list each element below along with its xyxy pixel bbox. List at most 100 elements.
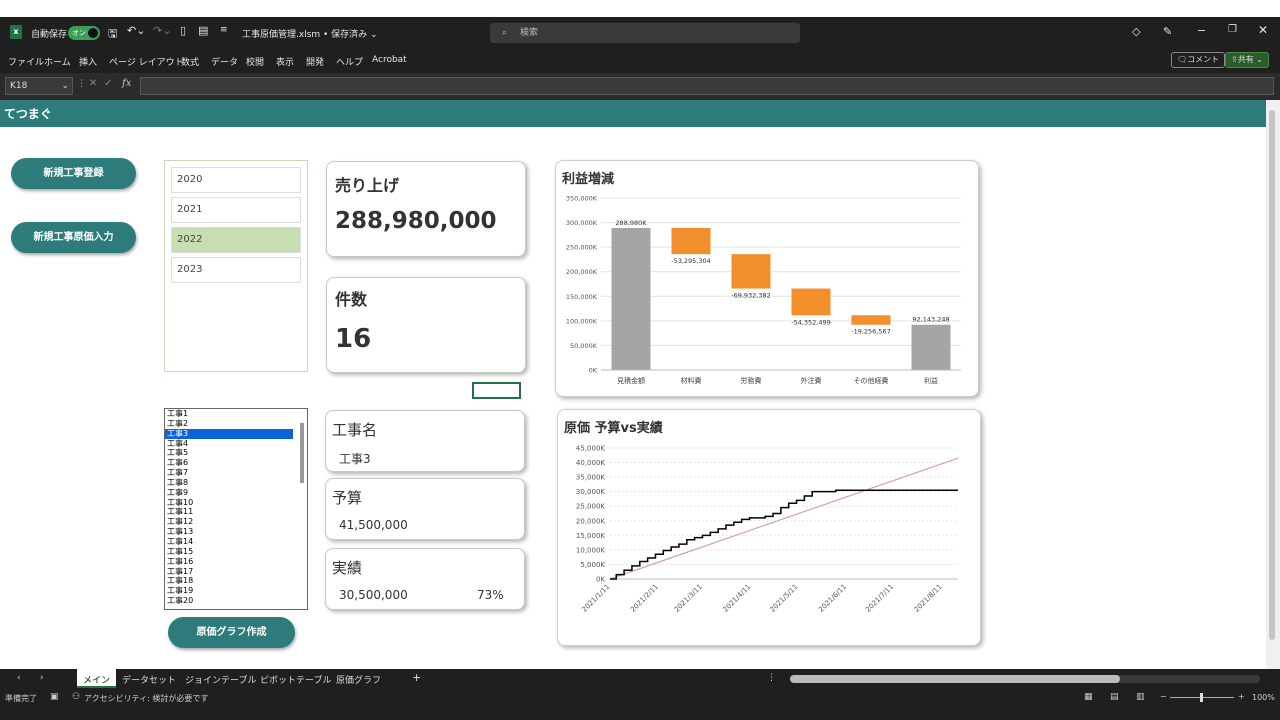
name-box[interactable]: K18 ⌄ (5, 77, 73, 95)
undo-icon[interactable]: ↶⌄ (127, 24, 145, 37)
list-item[interactable]: 工事20 (165, 596, 293, 606)
list-item[interactable]: 工事16 (165, 557, 293, 567)
list-item[interactable]: 工事6 (165, 458, 293, 468)
tab-main[interactable]: メイン (77, 669, 117, 688)
tab-pivot-table[interactable]: ピボットテーブル (260, 673, 331, 686)
zoom-level[interactable]: 100% (1252, 693, 1275, 702)
list-item[interactable]: 工事10 (165, 498, 293, 508)
add-sheet-icon[interactable]: + (412, 671, 421, 684)
redo-icon[interactable]: ↷⌄ (153, 24, 171, 37)
page-layout-icon[interactable]: ▤ (1110, 692, 1119, 702)
list-item[interactable]: 工事9 (165, 488, 293, 498)
accessibility-icon[interactable]: ⚇ (72, 692, 80, 702)
zoom-out-icon[interactable]: − (1160, 692, 1167, 701)
tab-prev-icon[interactable]: ‹ (17, 673, 21, 683)
list-item[interactable]: 工事11 (165, 507, 293, 517)
list-item[interactable]: 工事5 (165, 448, 293, 458)
menu-help[interactable]: ヘルプ (336, 55, 363, 68)
list-item[interactable]: 工事13 (165, 527, 293, 537)
new-file-icon[interactable]: ▯ (180, 24, 186, 37)
y-tick-label: 350,000K (566, 195, 598, 203)
zoom-slider-thumb[interactable] (1200, 693, 1203, 702)
minimize-icon[interactable]: − (1197, 24, 1206, 37)
menu-formulas[interactable]: 数式 (181, 55, 199, 68)
save-icon[interactable]: 🖫 (108, 25, 117, 44)
status-accessibility[interactable]: アクセシビリティ: 検討が必要です (84, 693, 208, 704)
diamond-icon[interactable]: ◇ (1132, 25, 1140, 38)
function-icon[interactable]: fx (122, 78, 131, 89)
menu-view[interactable]: 表示 (276, 55, 294, 68)
pen-icon[interactable]: ✎ (1163, 25, 1172, 38)
excel-window: { "titlebar": { "autosave_label": "自動保存"… (0, 0, 1280, 720)
selected-cell[interactable] (472, 382, 521, 399)
year-item-2021[interactable]: 2021 (171, 197, 301, 223)
project-listbox[interactable]: 工事1 工事2 工事3 工事4 工事5 工事6 工事7 工事8 工事9 工事10 工事11 工事12 工… (164, 408, 308, 610)
y-tick-label: 100,000K (566, 317, 598, 325)
year-item-2022[interactable]: 2022 (171, 227, 301, 253)
tab-join-table[interactable]: ジョインテーブル (185, 673, 256, 686)
vertical-scroll-thumb[interactable] (1269, 110, 1275, 640)
year-item-2023[interactable]: 2023 (171, 257, 301, 283)
list-item[interactable]: 工事2 (165, 419, 293, 429)
cancel-icon[interactable]: ✕ (89, 78, 97, 89)
list-item[interactable]: 工事14 (165, 537, 293, 547)
list-item[interactable]: 工事4 (165, 439, 293, 449)
macro-icon[interactable]: ▣ (50, 692, 59, 702)
bar (851, 315, 891, 325)
cost-graph-button[interactable]: 原価グラフ作成 (168, 617, 295, 648)
customize-qat-icon[interactable]: ≡ (220, 25, 228, 35)
list-item[interactable]: 工事19 (165, 586, 293, 596)
y-tick-label: 150,000K (566, 293, 598, 301)
profit-waterfall-chart[interactable]: 利益増減 0K 50,000K 100,000K 150,000K 200,000K 25… (555, 160, 979, 397)
menu-developer[interactable]: 開発 (306, 55, 324, 68)
list-item[interactable]: 工事3 (165, 428, 293, 439)
vertical-scrollbar[interactable] (1266, 100, 1280, 669)
page-break-icon[interactable]: ▥ (1136, 692, 1145, 702)
normal-view-icon[interactable]: ▦ (1084, 692, 1093, 702)
list-item[interactable]: 工事17 (165, 567, 293, 577)
enter-icon[interactable]: ✓ (104, 78, 112, 89)
menu-file[interactable]: ファイル (8, 55, 44, 68)
search-input[interactable]: ⌕ 検索 (490, 23, 800, 43)
list-item[interactable]: 工事15 (165, 547, 293, 557)
tab-cost-graph[interactable]: 原価グラフ (336, 673, 381, 686)
list-item[interactable]: 工事18 (165, 576, 293, 586)
bar (791, 288, 831, 316)
menu-acrobat[interactable]: Acrobat (372, 55, 407, 65)
project-name-value: 工事3 (339, 452, 371, 466)
form-icon[interactable]: ▤ (198, 24, 208, 37)
list-scrollbar[interactable] (300, 411, 305, 607)
list-item[interactable]: 工事7 (165, 468, 293, 478)
zoom-in-icon[interactable]: + (1238, 692, 1245, 701)
formula-input[interactable] (140, 77, 1274, 95)
comment-button[interactable]: 🗨コメント (1171, 52, 1226, 68)
close-icon[interactable]: ✕ (1258, 23, 1268, 37)
menu-insert[interactable]: 挿入 (79, 55, 97, 68)
y-tick-label: 10,000K (576, 546, 605, 554)
new-cost-button[interactable]: 新規工事原価入力 (11, 222, 136, 253)
file-name[interactable]: 工事原価管理.xlsm • 保存済み ⌄ (242, 27, 378, 40)
ribbon-menu: ファイル ホーム 挿入 ページ レイアウト 数式 データ 校閲 表示 開発 ヘル… (0, 49, 1280, 73)
menu-home[interactable]: ホーム (44, 55, 71, 68)
restore-icon[interactable]: ❐ (1228, 24, 1237, 35)
horizontal-scrollbar[interactable] (790, 675, 1260, 683)
list-item[interactable]: 工事1 (165, 409, 293, 419)
zoom-slider[interactable] (1170, 693, 1234, 702)
horizontal-scroll-thumb[interactable] (790, 675, 1120, 683)
autosave-toggle[interactable]: オン (68, 26, 100, 40)
tab-options-icon[interactable]: ⋮ (767, 673, 776, 683)
list-item[interactable]: 工事12 (165, 517, 293, 527)
menu-page-layout[interactable]: ページ レイアウト (109, 55, 184, 68)
cost-budget-vs-actual-chart[interactable]: 原価 予算vs実績 0K 5,000K 10,000K 15,000K 20,000K 2… (557, 409, 981, 646)
list-scroll-thumb[interactable] (300, 423, 304, 483)
tab-dataset[interactable]: データセット (122, 673, 176, 686)
year-item-2020[interactable]: 2020 (171, 167, 301, 193)
menu-data[interactable]: データ (211, 55, 238, 68)
tab-next-icon[interactable]: › (40, 673, 44, 683)
menu-review[interactable]: 校閲 (246, 55, 264, 68)
more-icon[interactable]: ⋮ (77, 79, 86, 89)
y-tick-label: 35,000K (576, 474, 605, 482)
new-project-button[interactable]: 新規工事登録 (11, 158, 136, 189)
share-button[interactable]: ⇪共有 ⌄ (1225, 52, 1269, 68)
list-item[interactable]: 工事8 (165, 478, 293, 488)
